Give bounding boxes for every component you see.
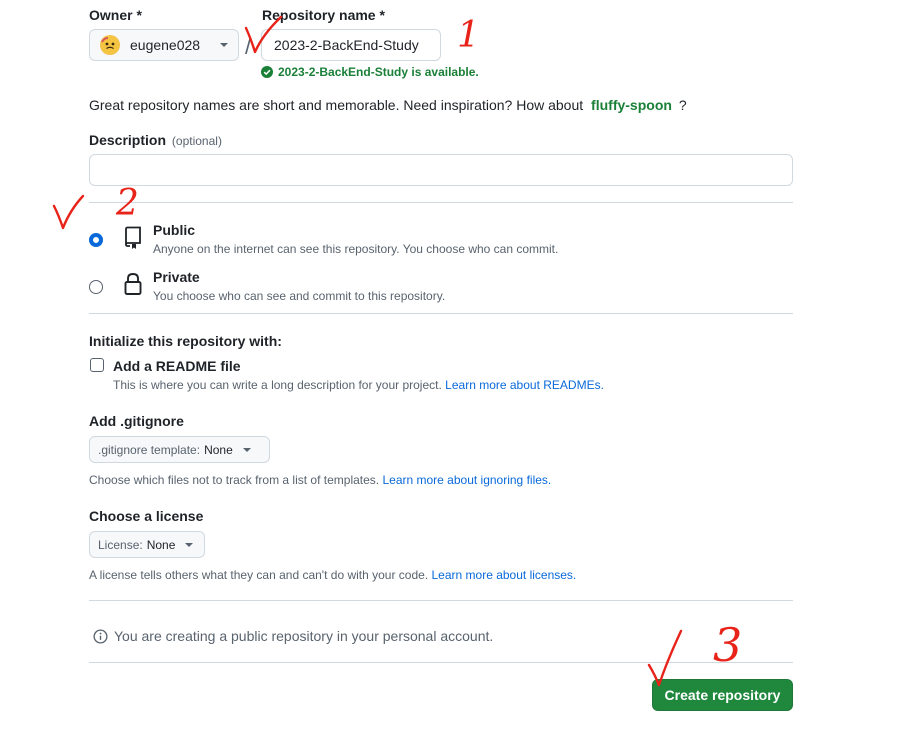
owner-label: Owner *	[89, 7, 142, 23]
check-circle-icon	[261, 66, 273, 78]
owner-avatar	[100, 35, 120, 55]
inspiration-text: Great repository names are short and mem…	[89, 97, 584, 113]
inspiration-line: Great repository names are short and mem…	[89, 97, 687, 113]
description-label-text: Description	[89, 132, 167, 148]
divider	[89, 313, 793, 314]
divider	[89, 662, 793, 663]
description-label: Description (optional)	[89, 132, 222, 148]
annotation-checkmark	[647, 629, 683, 687]
chevron-down-icon	[220, 43, 228, 47]
readme-description: This is where you can write a long descr…	[113, 378, 442, 392]
divider	[89, 600, 793, 601]
avatar-emoji-icon	[101, 36, 119, 54]
readme-label[interactable]: Add a README file	[113, 358, 241, 374]
repo-name-value: 2023-2-BackEnd-Study	[274, 37, 419, 53]
readme-learn-more-link[interactable]: Learn more about READMEs.	[445, 378, 604, 392]
gitignore-select-prefix: .gitignore template:	[98, 442, 201, 457]
private-title: Private	[153, 269, 200, 285]
annotation-number-two: 2	[116, 183, 139, 224]
lock-icon	[124, 273, 142, 295]
license-select-prefix: License:	[98, 537, 143, 552]
public-description: Anyone on the internet can see this repo…	[153, 242, 559, 256]
chevron-down-icon	[242, 447, 251, 452]
private-radio[interactable]	[89, 280, 103, 294]
gitignore-heading: Add .gitignore	[89, 413, 184, 429]
repo-icon	[125, 226, 141, 249]
readme-checkbox[interactable]	[90, 358, 104, 372]
repo-name-input[interactable]: 2023-2-BackEnd-Study	[261, 29, 441, 61]
visibility-notice: You are creating a public repository in …	[93, 628, 493, 644]
gitignore-description: Choose which files not to track from a l…	[89, 473, 380, 487]
availability-text: 2023-2-BackEnd-Study is available.	[278, 65, 479, 79]
license-description: A license tells others what they can and…	[89, 568, 429, 582]
license-help: A license tells others what they can and…	[89, 568, 576, 582]
chevron-down-icon	[185, 542, 194, 547]
annotation-number-three: 3	[713, 618, 743, 672]
owner-value: eugene028	[130, 37, 201, 53]
annotation-checkmark	[52, 194, 85, 230]
annotation-checkmark	[244, 15, 283, 54]
description-optional: (optional)	[171, 134, 222, 148]
readme-help: This is where you can write a long descr…	[113, 378, 604, 392]
suggestion-link[interactable]: fluffy-spoon	[591, 97, 672, 113]
gitignore-help: Choose which files not to track from a l…	[89, 473, 551, 487]
info-icon	[93, 628, 108, 644]
private-description: You choose who can see and commit to thi…	[153, 289, 446, 303]
repo-availability: 2023-2-BackEnd-Study is available.	[261, 65, 479, 79]
divider	[89, 202, 793, 203]
license-learn-more-link[interactable]: Learn more about licenses.	[432, 568, 577, 582]
license-select-value: None	[146, 537, 176, 552]
annotation-number-one: 1	[457, 15, 480, 56]
public-title: Public	[153, 222, 196, 238]
description-input[interactable]	[89, 154, 793, 186]
gitignore-learn-more-link[interactable]: Learn more about ignoring files.	[382, 473, 551, 487]
license-heading: Choose a license	[89, 508, 204, 524]
public-radio[interactable]	[89, 233, 103, 247]
init-heading: Initialize this repository with:	[89, 333, 282, 349]
license-select[interactable]: License: None	[89, 531, 205, 558]
owner-select[interactable]: eugene028	[89, 29, 239, 61]
gitignore-template-select[interactable]: .gitignore template: None	[89, 436, 270, 463]
notice-text: You are creating a public repository in …	[114, 628, 494, 644]
inspiration-suffix: ?	[678, 97, 687, 113]
gitignore-select-value: None	[204, 442, 233, 457]
